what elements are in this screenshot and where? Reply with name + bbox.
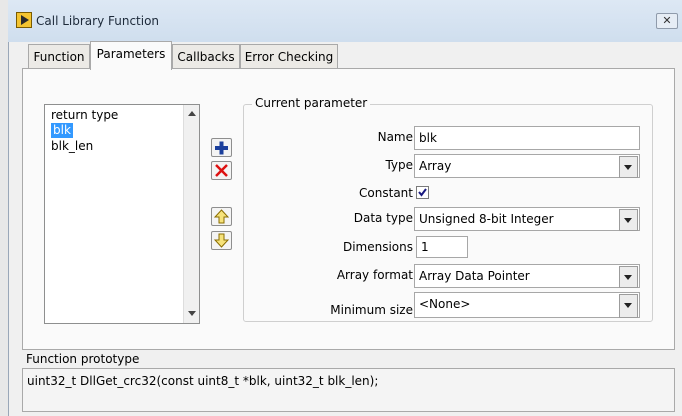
dimensions-label: Dimensions [342, 240, 413, 254]
list-item-return-type[interactable]: return type [51, 108, 118, 123]
delete-x-icon [215, 164, 228, 177]
constant-label: Constant [359, 186, 413, 200]
constant-checkbox[interactable] [416, 186, 429, 199]
array-format-select[interactable]: Array Data Pointer [414, 264, 640, 288]
dimensions-field[interactable]: 1 [416, 236, 468, 258]
function-prototype-label: Function prototype [26, 352, 140, 366]
chevron-down-icon[interactable] [619, 209, 638, 231]
tab-callbacks[interactable]: Callbacks [172, 44, 240, 69]
chevron-down-icon[interactable] [619, 294, 638, 318]
tab-function[interactable]: Function [28, 44, 90, 69]
minimum-size-label: Minimum size [330, 303, 413, 317]
add-parameter-button[interactable] [211, 138, 232, 157]
scroll-up-icon[interactable] [188, 111, 196, 116]
close-button[interactable]: ✕ [656, 13, 678, 29]
delete-parameter-button[interactable] [211, 161, 232, 180]
arrow-down-icon [213, 233, 230, 248]
background-window-edge [0, 0, 8, 416]
data-type-value: Unsigned 8-bit Integer [419, 212, 554, 226]
current-parameter-title: Current parameter [252, 96, 371, 110]
name-field[interactable]: blk [414, 126, 640, 150]
move-up-button[interactable] [211, 207, 232, 226]
type-label: Type [385, 158, 413, 172]
type-select[interactable]: Array [414, 154, 640, 178]
scroll-down-icon[interactable] [188, 311, 196, 316]
chevron-down-icon[interactable] [619, 266, 638, 288]
tab-error-checking[interactable]: Error Checking [240, 44, 338, 69]
arrow-up-icon [213, 209, 230, 224]
parameter-list[interactable]: return type blk blk_len [44, 104, 200, 324]
window-title: Call Library Function [36, 14, 160, 28]
checkmark-icon [418, 188, 427, 197]
labview-app-icon [16, 12, 32, 28]
list-item-blk[interactable]: blk [51, 123, 73, 138]
minimum-size-select[interactable]: <None> [414, 292, 640, 318]
array-format-label: Array format [336, 268, 413, 282]
data-type-select[interactable]: Unsigned 8-bit Integer [414, 207, 640, 231]
list-item-blk-len[interactable]: blk_len [51, 139, 93, 154]
move-down-button[interactable] [211, 231, 232, 250]
array-format-value: Array Data Pointer [419, 269, 530, 283]
function-prototype-text: uint32_t DllGet_crc32(const uint8_t *blk… [22, 368, 675, 412]
type-value: Array [419, 159, 452, 173]
data-type-label: Data type [353, 211, 413, 225]
minimum-size-value: <None> [419, 297, 471, 311]
parameter-list-scrollbar[interactable] [183, 105, 199, 323]
chevron-down-icon[interactable] [619, 156, 638, 178]
name-label: Name [377, 130, 413, 144]
plus-icon [215, 141, 228, 155]
tab-parameters[interactable]: Parameters [90, 41, 172, 70]
